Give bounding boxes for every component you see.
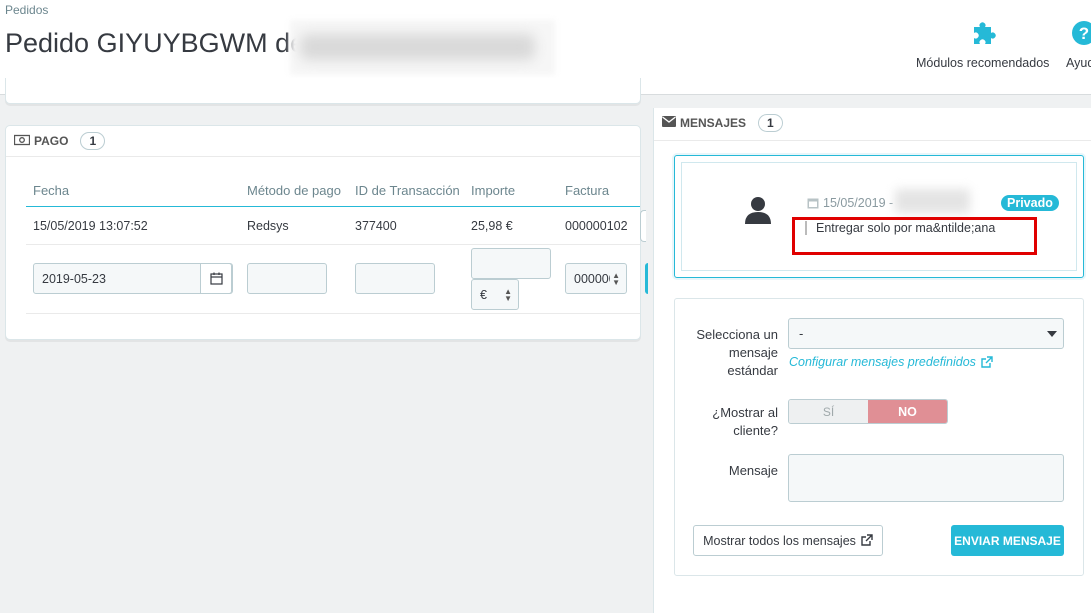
payment-amount-cell: 25,98 €	[471, 219, 513, 233]
add-payment-button[interactable]	[645, 263, 648, 294]
redacted-author	[895, 189, 970, 213]
payment-heading-label: PAGO	[34, 134, 69, 148]
message-date-text: 15/05/2019 -	[823, 196, 894, 210]
payment-date-cell: 15/05/2019 13:07:52	[33, 219, 148, 233]
highlight-box	[792, 217, 1037, 255]
payment-date-value: 2019-05-23	[42, 271, 106, 286]
calendar-icon	[807, 198, 819, 209]
standard-message-label: Selecciona un mensaje estándar	[696, 327, 778, 378]
select-arrows-icon: ▲ ▼	[610, 271, 620, 287]
money-icon	[13, 134, 31, 149]
user-avatar-icon	[744, 195, 772, 225]
show-all-messages-button[interactable]: Mostrar todos los mensajes	[693, 525, 883, 556]
show-to-customer-label: ¿Mostrar al cliente?	[712, 405, 778, 438]
svg-text:?: ?	[1078, 24, 1088, 43]
messages-heading-label: MENSAJES	[680, 116, 747, 130]
amount-input[interactable]	[471, 248, 551, 279]
toggle-yes-option[interactable]: SÍ	[789, 400, 868, 423]
external-link-icon	[981, 355, 993, 368]
redacted-customer-name-text	[300, 34, 535, 60]
payment-transaction-cell: 377400	[355, 219, 397, 233]
help-label: Ayuda	[1066, 56, 1091, 70]
row-action-button[interactable]	[640, 210, 646, 242]
help-icon: ?	[1069, 18, 1091, 48]
show-to-customer-toggle[interactable]: SÍ NO	[788, 399, 948, 424]
divider	[654, 140, 1091, 141]
show-all-messages-label: Mostrar todos los mensajes	[703, 533, 856, 548]
page-title: Pedido GIYUYBGWM de	[5, 28, 306, 58]
send-message-button[interactable]: ENVIAR MENSAJE	[951, 525, 1064, 556]
message-date: 15/05/2019 -	[807, 196, 893, 210]
breadcrumb[interactable]: Pedidos	[5, 3, 48, 17]
message-textarea[interactable]	[788, 454, 1064, 502]
configure-messages-text: Configurar mensajes predefinidos	[789, 355, 976, 369]
row-divider	[26, 313, 640, 314]
calendar-button[interactable]	[200, 263, 232, 294]
standard-message-value: -	[799, 326, 804, 341]
envelope-icon	[662, 116, 676, 130]
payment-method-cell: Redsys	[247, 219, 289, 233]
standard-message-select[interactable]: -	[788, 318, 1064, 349]
payment-date-input[interactable]: 2019-05-23	[33, 263, 233, 294]
upper-panel-edge	[5, 78, 641, 104]
payment-invoice-cell: 000000102	[565, 219, 628, 233]
calendar-icon	[209, 272, 223, 285]
transaction-id-input[interactable]	[355, 263, 435, 294]
payment-heading: PAGO 1	[13, 132, 106, 150]
help-button[interactable]: ? Ayuda	[1066, 18, 1091, 70]
messages-heading: MENSAJES 1	[662, 114, 783, 132]
column-header-date: Fecha	[33, 183, 70, 198]
puzzle-icon	[968, 18, 998, 48]
column-header-method: Método de pago	[247, 183, 341, 198]
messages-count-badge: 1	[758, 114, 783, 132]
column-header-amount: Importe	[471, 183, 516, 198]
recommended-modules-button[interactable]: Módulos recomendados	[916, 18, 1049, 70]
table-header-underline	[26, 206, 640, 207]
caret-down-icon	[1047, 331, 1057, 337]
payment-count-badge: 1	[80, 132, 106, 150]
recommended-modules-label: Módulos recomendados	[916, 56, 1050, 70]
toggle-no-option[interactable]: NO	[868, 400, 947, 423]
private-badge: Privado	[1001, 195, 1059, 211]
currency-value: €	[480, 287, 487, 302]
row-divider	[26, 244, 640, 245]
message-label: Mensaje	[728, 463, 778, 478]
divider	[6, 156, 640, 157]
select-arrows-icon: ▲ ▼	[504, 287, 512, 303]
configure-messages-link[interactable]: Configurar mensajes predefinidos	[789, 355, 993, 369]
payment-panel: PAGO 1 Fecha Método de pago ID de Transa…	[5, 125, 648, 340]
external-link-icon	[861, 534, 873, 546]
column-header-transaction-id: ID de Transacción	[355, 183, 460, 198]
payment-method-input[interactable]	[247, 263, 327, 294]
currency-select[interactable]: € ▲ ▼	[471, 279, 519, 310]
invoice-select[interactable]: 000000 ▲ ▼	[565, 263, 627, 294]
column-header-invoice: Factura	[565, 183, 610, 198]
